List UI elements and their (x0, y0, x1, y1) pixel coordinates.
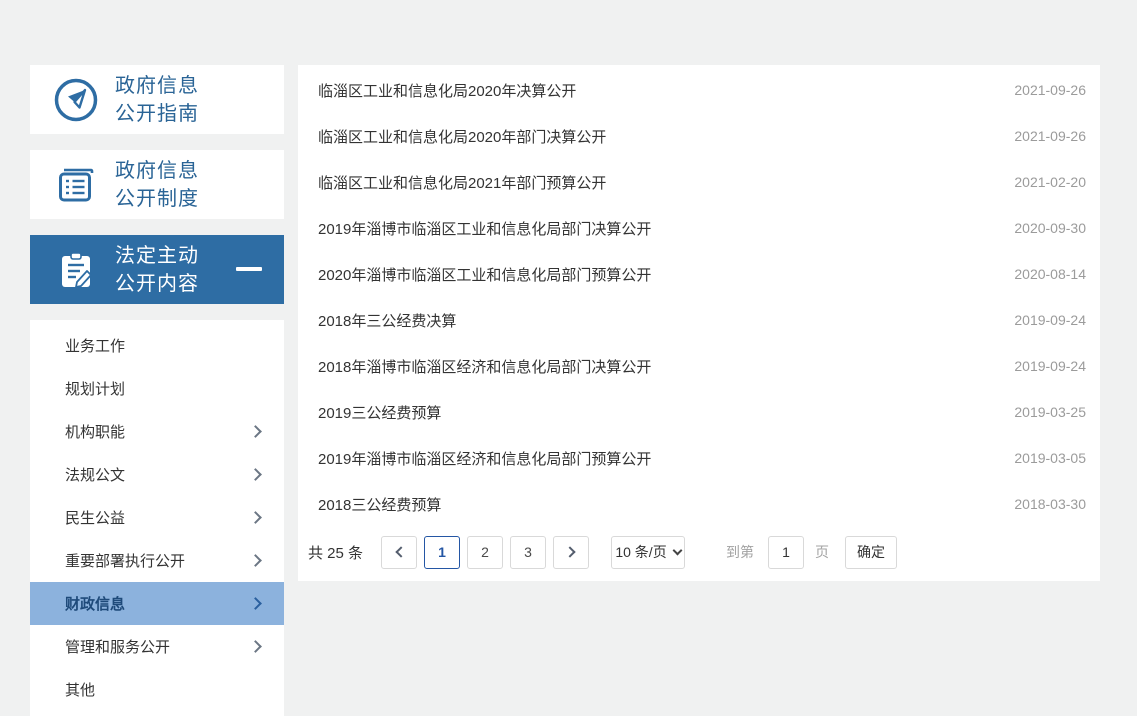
menu-item-label: 规划计划 (65, 378, 125, 399)
article-list-panel: 临淄区工业和信息化局2020年决算公开 2021-09-26 临淄区工业和信息化… (298, 65, 1100, 581)
list-item: 2020年淄博市临淄区工业和信息化局部门预算公开 2020-08-14 (318, 251, 1086, 297)
article-date: 2019-09-24 (1014, 312, 1086, 328)
article-link[interactable]: 2019年淄博市临淄区经济和信息化局部门预算公开 (318, 448, 651, 469)
list-item: 临淄区工业和信息化局2021年部门预算公开 2021-02-20 (318, 159, 1086, 205)
clipboard-pen-icon (52, 246, 100, 294)
card-title-line2: 公开制度 (115, 188, 199, 210)
sidebar-item-finance-info[interactable]: 财政信息 (30, 582, 284, 625)
list-item: 2019三公经费预算 2019-03-25 (318, 389, 1086, 435)
page-size-label: 10 条/页 (615, 542, 666, 562)
article-link[interactable]: 临淄区工业和信息化局2020年部门决算公开 (318, 126, 606, 147)
page-prev-button[interactable] (381, 536, 417, 569)
sidebar-card-open-guide[interactable]: 政府信息 公开指南 (30, 65, 284, 134)
card-title-line1: 法定主动 (115, 245, 199, 267)
sidebar-card-title: 政府信息 公开制度 (115, 157, 199, 213)
sidebar-card-title: 法定主动 公开内容 (115, 242, 199, 298)
article-date: 2020-09-30 (1014, 220, 1086, 236)
article-link[interactable]: 2020年淄博市临淄区工业和信息化局部门预算公开 (318, 264, 651, 285)
chevron-right-icon (249, 640, 262, 653)
list-item: 临淄区工业和信息化局2020年部门决算公开 2021-09-26 (318, 113, 1086, 159)
article-date: 2021-02-20 (1014, 174, 1086, 190)
list-item: 2018年淄博市临淄区经济和信息化局部门决算公开 2019-09-24 (318, 343, 1086, 389)
page-3-button[interactable]: 3 (510, 536, 546, 569)
menu-item-label: 机构职能 (65, 421, 125, 442)
chevron-right-icon (249, 597, 262, 610)
chevron-left-icon (395, 546, 406, 557)
card-title-line2: 公开指南 (115, 103, 199, 125)
page-next-button[interactable] (553, 536, 589, 569)
sidebar-card-open-system[interactable]: 政府信息 公开制度 (30, 150, 284, 219)
goto-confirm-button[interactable]: 确定 (845, 536, 897, 569)
sidebar-item-livelihood[interactable]: 民生公益 (30, 496, 284, 539)
menu-item-label: 重要部署执行公开 (65, 550, 185, 571)
total-count-label: 共 25 条 (308, 542, 363, 563)
goto-page-input[interactable] (768, 536, 804, 569)
goto-suffix-label: 页 (815, 542, 829, 562)
page-1-button[interactable]: 1 (424, 536, 460, 569)
list-item: 2018年三公经费决算 2019-09-24 (318, 297, 1086, 343)
article-date: 2020-08-14 (1014, 266, 1086, 282)
goto-prefix-label: 到第 (726, 542, 754, 562)
menu-item-label: 法规公文 (65, 464, 125, 485)
sidebar: 政府信息 公开指南 政府信息 公开制度 (30, 65, 284, 716)
page-size-select[interactable]: 10 条/页 (611, 536, 685, 569)
card-title-line2: 公开内容 (115, 273, 199, 295)
article-link[interactable]: 临淄区工业和信息化局2020年决算公开 (318, 80, 576, 101)
chevron-right-icon (249, 511, 262, 524)
chevron-right-icon (564, 546, 575, 557)
sidebar-card-title: 政府信息 公开指南 (115, 72, 199, 128)
sidebar-item-other[interactable]: 其他 (30, 668, 284, 711)
menu-item-label: 民生公益 (65, 507, 125, 528)
sidebar-item-business-work[interactable]: 业务工作 (30, 324, 284, 367)
sidebar-item-regulations[interactable]: 法规公文 (30, 453, 284, 496)
list-item: 2018三公经费预算 2018-03-30 (318, 481, 1086, 527)
sidebar-item-planning[interactable]: 规划计划 (30, 367, 284, 410)
chevron-right-icon (249, 425, 262, 438)
card-title-line1: 政府信息 (115, 75, 199, 97)
sidebar-card-statutory-disclosure[interactable]: 法定主动 公开内容 (30, 235, 284, 304)
article-link[interactable]: 2018年淄博市临淄区经济和信息化局部门决算公开 (318, 356, 651, 377)
chevron-right-icon (249, 468, 262, 481)
article-link[interactable]: 2018三公经费预算 (318, 494, 441, 515)
card-title-line1: 政府信息 (115, 160, 199, 182)
sidebar-menu: 业务工作 规划计划 机构职能 法规公文 民生公益 重要部署执行公开 财政信息 管… (30, 320, 284, 716)
sidebar-item-management-service[interactable]: 管理和服务公开 (30, 625, 284, 668)
article-date: 2019-03-25 (1014, 404, 1086, 420)
menu-item-label: 其他 (65, 679, 95, 700)
article-date: 2019-09-24 (1014, 358, 1086, 374)
list-item: 2019年淄博市临淄区工业和信息化局部门决算公开 2020-09-30 (318, 205, 1086, 251)
article-list: 临淄区工业和信息化局2020年决算公开 2021-09-26 临淄区工业和信息化… (298, 65, 1100, 527)
article-link[interactable]: 2018年三公经费决算 (318, 310, 456, 331)
sidebar-item-org-functions[interactable]: 机构职能 (30, 410, 284, 453)
collapse-minus-icon[interactable] (236, 267, 262, 271)
chevron-right-icon (249, 554, 262, 567)
menu-item-label: 业务工作 (65, 335, 125, 356)
pagination-bar: 共 25 条 1 2 3 10 条/页 到第 页 确定 (308, 535, 1100, 569)
article-date: 2021-09-26 (1014, 82, 1086, 98)
article-date: 2018-03-30 (1014, 496, 1086, 512)
article-date: 2021-09-26 (1014, 128, 1086, 144)
article-link[interactable]: 2019三公经费预算 (318, 402, 441, 423)
page-2-button[interactable]: 2 (467, 536, 503, 569)
notebook-icon (52, 161, 100, 209)
article-link[interactable]: 2019年淄博市临淄区工业和信息化局部门决算公开 (318, 218, 651, 239)
compass-icon (52, 76, 100, 124)
article-date: 2019-03-05 (1014, 450, 1086, 466)
menu-item-label: 财政信息 (65, 593, 125, 614)
list-item: 临淄区工业和信息化局2020年决算公开 2021-09-26 (318, 67, 1086, 113)
sidebar-item-key-deployment[interactable]: 重要部署执行公开 (30, 539, 284, 582)
list-item: 2019年淄博市临淄区经济和信息化局部门预算公开 2019-03-05 (318, 435, 1086, 481)
menu-item-label: 管理和服务公开 (65, 636, 170, 657)
article-link[interactable]: 临淄区工业和信息化局2021年部门预算公开 (318, 172, 606, 193)
chevron-down-icon (672, 545, 682, 555)
